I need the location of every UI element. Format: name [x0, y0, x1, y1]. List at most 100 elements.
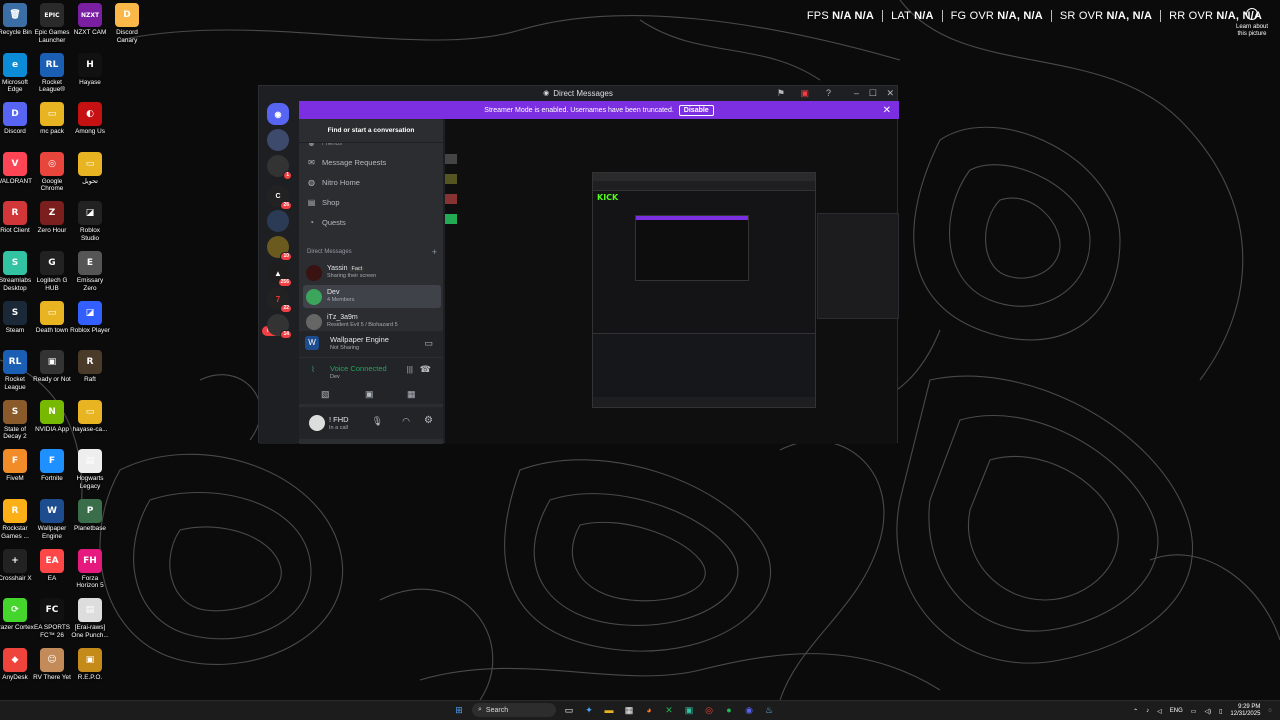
chevron-up-icon[interactable]: ⌃: [1133, 708, 1138, 715]
battery-icon[interactable]: ▯: [1219, 708, 1222, 715]
server-6[interactable]: ▲ 256: [267, 262, 292, 287]
voice-channel[interactable]: Dev: [330, 374, 340, 380]
notifications-icon[interactable]: ◌: [1268, 708, 1272, 714]
minimize-button[interactable]: –: [854, 88, 859, 98]
app-icon: FC: [40, 598, 64, 623]
app-icon: ▭: [78, 399, 102, 424]
inbox-icon[interactable]: ⚑: [777, 88, 785, 99]
desktop-icon[interactable]: D Discord Canary: [102, 3, 152, 44]
desktop-icon[interactable]: FH Forza Horizon 5: [65, 548, 115, 590]
server-4[interactable]: [267, 210, 289, 232]
nav-message-requests[interactable]: ✉ Message Requests: [307, 158, 386, 167]
desktop-icon[interactable]: ▤ [Erai-raws] One Punch...: [65, 598, 115, 639]
disable-button[interactable]: Disable: [678, 104, 714, 116]
server-5[interactable]: 10: [267, 236, 292, 261]
mic-tray-icon[interactable]: ♪: [1146, 708, 1149, 714]
chrome-icon[interactable]: ◎: [702, 703, 716, 717]
noise-suppression-icon[interactable]: |||: [407, 365, 413, 374]
spotify-icon[interactable]: ●: [722, 703, 736, 717]
desktop-icon-label: R.E.P.O.: [77, 673, 103, 681]
app-icon: E: [78, 251, 102, 275]
desktop-icon-label: Raft: [84, 376, 96, 384]
avatar: [306, 264, 322, 281]
app-icon: RL: [40, 52, 64, 77]
shared-screen[interactable]: KICK: [592, 172, 816, 408]
firefox-icon[interactable]: ◕: [642, 703, 656, 717]
copilot-icon[interactable]: ✦: [582, 703, 596, 717]
dm-item[interactable]: iTz_3a9m Resident Evil 5 / Biohazard 5: [303, 310, 441, 333]
desktop-icon[interactable]: ▭ تحويل: [65, 151, 115, 186]
search-box[interactable]: ⌕ Search: [472, 703, 556, 717]
mic-icon[interactable]: 🎙: [372, 416, 383, 427]
server-2[interactable]: 1: [267, 155, 292, 180]
screen-icon[interactable]: ▣: [365, 389, 374, 400]
headset-icon[interactable]: ◠: [402, 416, 410, 427]
time: 9:29 PM: [1238, 704, 1261, 710]
server-8[interactable]: 14: [267, 314, 292, 339]
thumbnail[interactable]: [445, 214, 457, 224]
server-3[interactable]: C 26: [267, 185, 292, 210]
help-icon[interactable]: ?: [826, 88, 831, 98]
task-view-icon[interactable]: ▭: [562, 703, 576, 717]
desktop-icon[interactable]: P Planetbase: [65, 499, 115, 533]
plus-icon[interactable]: +: [432, 247, 437, 257]
desktop-icon[interactable]: ▭ hayase-ca...: [65, 399, 115, 434]
share-screen-icon[interactable]: ▭: [424, 338, 433, 349]
desktop-icon[interactable]: ◪ Roblox Studio: [65, 201, 115, 242]
start-button[interactable]: ⊞: [452, 703, 466, 717]
excel-icon[interactable]: ✕: [662, 703, 676, 717]
nav-quests[interactable]: ◔ Quests: [307, 218, 346, 227]
activities-icon[interactable]: ▦: [407, 389, 416, 400]
desktop-icon[interactable]: ▣ R.E.P.O.: [65, 647, 115, 682]
desktop-icon[interactable]: E Emissary Zero: [65, 251, 115, 292]
dm-item[interactable]: Dev 4 Members: [303, 285, 441, 308]
clock[interactable]: 9:29 PM 12/31/2025: [1230, 704, 1260, 718]
app-icon: ◪: [78, 201, 102, 226]
thumbnail[interactable]: [445, 194, 457, 204]
steam-taskbar-icon[interactable]: ♨: [762, 703, 776, 717]
screen-share-icon[interactable]: ▣: [800, 88, 809, 99]
dm-header: Direct Messages +: [307, 247, 437, 257]
desktop-icon[interactable]: ◐ Among Us: [65, 102, 115, 136]
network-icon[interactable]: ▭: [1191, 708, 1197, 715]
app-icon: W: [40, 499, 64, 523]
close-banner-icon[interactable]: ✕: [883, 105, 891, 116]
volume-icon[interactable]: ◁: [1157, 708, 1162, 715]
server-1[interactable]: [267, 129, 289, 151]
file-explorer-icon[interactable]: ▬: [602, 703, 616, 717]
camera-off-icon[interactable]: ▧: [321, 389, 330, 400]
voice-status[interactable]: Voice Connected: [330, 364, 387, 373]
discord-small-icon: ◉: [543, 90, 550, 97]
desktop-icon[interactable]: ▤ Hogwarts Legacy: [65, 449, 115, 490]
desktop-icon-label: Roblox Studio: [80, 227, 100, 242]
language-indicator[interactable]: ENG: [1170, 708, 1183, 714]
app-icon: D: [115, 3, 139, 27]
server-7[interactable]: 7 22: [267, 288, 292, 313]
avatar[interactable]: [309, 415, 325, 431]
maximize-button[interactable]: ☐: [869, 88, 877, 99]
settings-gear-icon[interactable]: ⚙: [424, 415, 433, 426]
store-icon[interactable]: ▦: [622, 703, 636, 717]
streamlabs-icon[interactable]: ▣: [682, 703, 696, 717]
dm-item[interactable]: Yassin Fact Sharing their screen: [303, 261, 441, 284]
home-button[interactable]: ◉: [267, 103, 289, 125]
learn-about-picture[interactable]: Learn about this picture: [1232, 8, 1272, 38]
disconnect-icon[interactable]: ☎: [420, 364, 431, 375]
avatar: [306, 313, 322, 330]
desktop-icon[interactable]: H Hayase: [65, 52, 115, 87]
desktop-icon[interactable]: R Raft: [65, 350, 115, 384]
speaker-icon[interactable]: ◁): [1204, 708, 1211, 715]
dm-name: Dev: [327, 289, 340, 296]
desktop-icon[interactable]: ◪ Roblox Player: [65, 300, 115, 335]
close-window-button[interactable]: ✕: [886, 88, 894, 99]
find-conversation-bar[interactable]: Find or start a conversation: [299, 119, 443, 143]
discord-taskbar-icon[interactable]: ◉: [742, 703, 756, 717]
app-icon: H: [78, 52, 102, 77]
nav-nitro-home[interactable]: ◍ Nitro Home: [307, 178, 360, 187]
learn-label: Learn about this picture: [1235, 24, 1269, 37]
streamer-mode-banner: Streamer Mode is enabled. Usernames have…: [299, 101, 899, 119]
thumbnail[interactable]: [445, 174, 457, 184]
nav-shop[interactable]: ▤ Shop: [307, 198, 340, 207]
thumbnail[interactable]: [445, 154, 457, 164]
app-icon: V: [3, 151, 27, 176]
